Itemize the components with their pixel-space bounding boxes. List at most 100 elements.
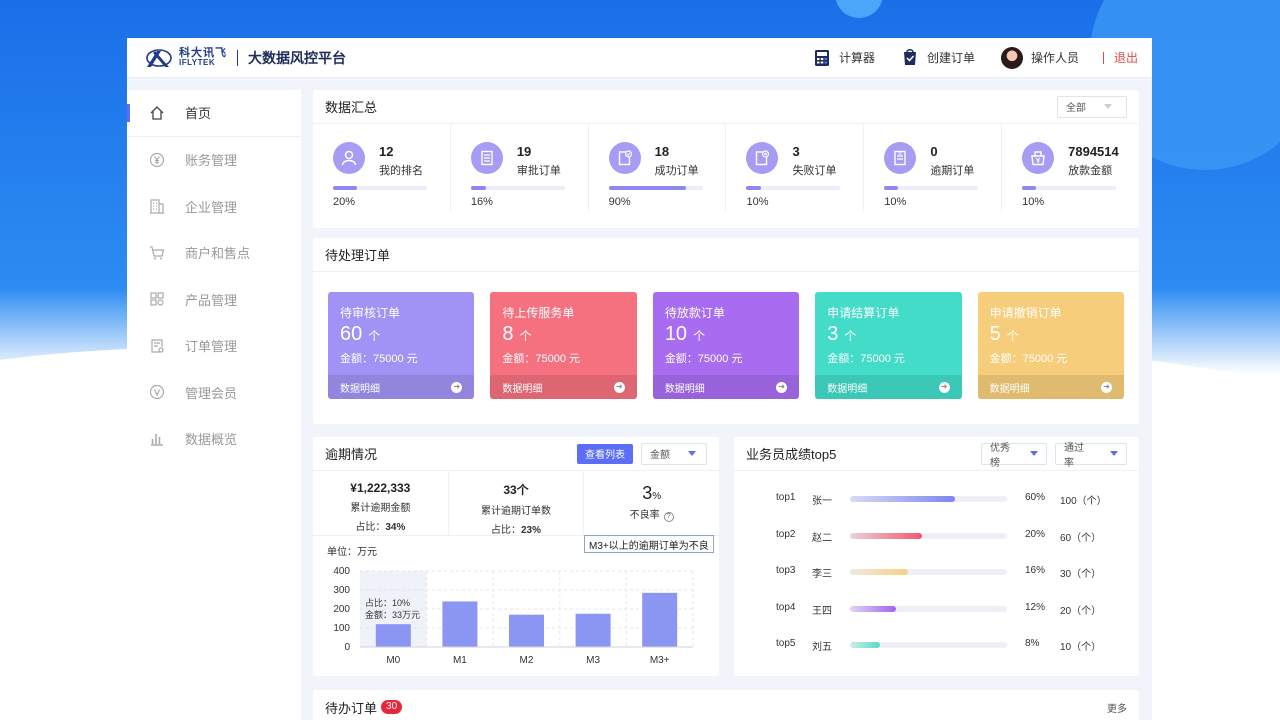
pending-card-detail: 数据明细 [340,383,380,395]
overdue-bar-chart: 单位：万元 0 100 200 300 400 M0 M1 M2 M3 M3+ 占比：10%金额：33… [327,545,694,666]
pending-card-amount: 金额：75000 元 [340,353,418,365]
pending-title: 待处理订单 [325,248,391,263]
pending-card-detail-link[interactable]: 数据明细 ➜ [977,375,1125,399]
sidebar: 首页 账务管理 企业管理 商户和售点 产品管理 订单管理 管理会员 数据概览 [127,90,301,720]
pending-card-detail-link[interactable]: 数据明细 ➜ [815,375,962,399]
calculator-label: 计算器 [838,51,875,65]
create-order-button[interactable]: 创建订单 [901,48,975,67]
chart-y-tick-label: 400 [333,566,350,577]
top5-rank: top1 [776,492,796,503]
stat-rank[interactable]: 12 我的排名 20% [313,124,451,212]
calculator-button[interactable]: 计算器 [813,49,875,67]
stat-loan-amount[interactable]: 7894514 放款金额 10% [1002,124,1139,212]
pending-card-count: 3 [827,323,839,345]
user-icon [333,142,365,174]
stat-progress [884,186,979,190]
logo[interactable]: 科大讯飞 IFLYTEK 大数据风控平台 [145,47,346,69]
stat-label: 审批订单 [516,165,561,177]
sidebar-item-orders[interactable]: 订单管理 [127,323,301,370]
sidebar-item-label: 订单管理 [185,339,238,355]
bad-rate-unit: % [652,491,662,502]
pending-card-title: 待审核订单 [340,306,401,320]
top5-row[interactable]: top3 李三 16% 30（个） [734,565,1139,580]
pending-card-settle[interactable]: 申请结算订单 3个 金额：75000 元 数据明细 ➜ [815,292,962,399]
sidebar-item-label: 首页 [185,106,212,122]
sidebar-item-members[interactable]: 管理会员 [127,369,301,416]
summary-filter-select[interactable]: 全部 [1057,95,1127,118]
sidebar-item-merchant[interactable]: 商户和售点 [127,230,301,277]
failed-doc-icon [746,142,779,174]
top5-row[interactable]: top5 刘五 8% 10（个） [734,638,1139,653]
stat-failed[interactable]: 3 失败订单 10% [726,124,865,212]
top5-progress [850,496,1007,502]
stat-percent: 16% [470,196,493,208]
sidebar-item-product[interactable]: 产品管理 [127,276,301,323]
help-icon[interactable]: ? [663,512,674,522]
sidebar-item-overview[interactable]: 数据概览 [127,416,301,463]
stat-label: 失败订单 [792,165,837,177]
pending-card-title: 待上传服务单 [502,306,575,320]
top5-name: 张一 [812,496,832,507]
stat-percent: 10% [1022,196,1045,208]
top5-row[interactable]: top1 张一 60% 100（个） [734,492,1139,507]
pending-card-detail-link[interactable]: 数据明细 ➜ [652,375,800,399]
pending-card-detail-link[interactable]: 数据明细 ➜ [328,375,475,399]
summary-filter-value: 全部 [1066,103,1086,114]
sidebar-item-enterprise[interactable]: 企业管理 [127,183,301,230]
logout-link[interactable]: 退出 [1114,49,1138,66]
top5-progress [850,605,1007,612]
overdue-count-cell: 33个 累计逾期订单数 占比：23% [449,471,585,536]
pending-card-cancel[interactable]: 申请撤销订单 5个 金额：75000 元 数据明细 ➜ [977,292,1125,399]
stat-percent: 20% [333,196,356,208]
overdue-doc-icon: 逾 [884,142,917,174]
overdue-filter-value: 金额 [650,450,670,461]
document-icon [470,142,503,174]
top5-percent: 20% [1025,528,1046,540]
svg-text:逾: 逾 [899,151,903,156]
top5-percent: 16% [1025,565,1046,576]
arrow-right-icon: ➜ [613,381,625,393]
top5-row[interactable]: top4 王四 12% 20（个） [734,602,1139,617]
chart-y-tick-label: 300 [333,585,350,596]
stat-label: 我的排名 [379,165,423,177]
create-order-label: 创建订单 [926,51,975,65]
top5-row[interactable]: top2 赵二 20% 60（个） [734,528,1139,544]
top5-progress [850,532,1007,539]
pending-card-title: 待放款订单 [664,306,725,320]
iflytek-logo-icon [146,48,172,67]
pending-card-amount: 金额：75000 元 [989,353,1068,365]
chevron-down-icon [688,451,696,456]
overdue-count-label: 累计逾期订单数 [481,506,551,517]
platform-title: 大数据风控平台 [248,49,346,66]
top5-name: 赵二 [812,532,832,544]
user-menu[interactable]: 操作人员 [1000,46,1079,69]
pending-card-upload[interactable]: 待上传服务单 8个 金额：75000 元 数据明细 ➜ [490,292,637,399]
pending-card-loan[interactable]: 待放款订单 10 个 金额：75000 元 数据明细 ➜ [652,292,800,399]
pending-card-review[interactable]: 待审核订单 60 个 金额：75000 元 数据明细 ➜ [328,292,475,399]
sidebar-item-home[interactable]: 首页 [127,90,301,137]
pending-card-count: 60 [340,323,363,345]
stat-progress [1022,186,1117,190]
pending-card-amount: 金额：75000 元 [502,353,581,365]
pending-card-amount: 金额：75000 元 [827,353,905,365]
stat-overdue[interactable]: 逾 0 逾期订单 10% [864,124,1003,212]
pending-card-title: 申请结算订单 [827,306,900,320]
sidebar-item-finance[interactable]: 账务管理 [127,137,301,184]
view-list-button[interactable]: 查看列表 [577,443,633,464]
pending-card-detail-link[interactable]: 数据明细 ➜ [490,375,637,399]
chart-y-tick-label: 0 [344,642,350,653]
ratio-value: 34% [385,522,406,533]
stat-success[interactable]: 18 成功订单 90% [589,124,727,212]
bad-rate-label: 不良率 [629,510,660,521]
bad-rate-cell: 3% 不良率? [584,471,719,535]
pending-card-amount: 金额：75000 元 [664,353,743,365]
more-link[interactable]: 更多 [1107,700,1127,715]
overdue-filter-select[interactable]: 金额 [641,442,707,465]
overdue-title: 逾期情况 [325,447,378,462]
app-window: 科大讯飞 IFLYTEK 大数据风控平台 计算器 创建订单 操作人员 退出 首页… [127,38,1152,720]
stat-approval[interactable]: 19 审批订单 16% [451,124,589,212]
sidebar-item-label: 企业管理 [185,199,238,215]
top5-progress-fill [850,569,909,575]
top5-progress-fill [850,532,923,539]
stat-value: 18 [654,144,670,159]
